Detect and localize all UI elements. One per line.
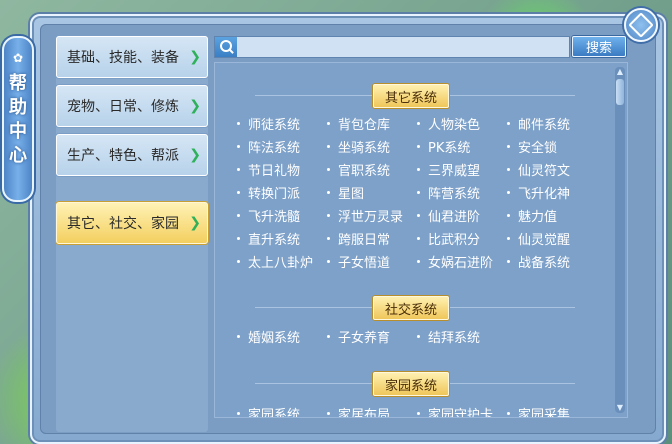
section-title-other: 其它系统 — [373, 84, 449, 108]
scroll-down-icon[interactable]: ▼ — [615, 403, 625, 413]
search-button[interactable]: 搜索 — [572, 36, 626, 57]
help-link[interactable]: 浮世万灵录 — [327, 205, 417, 225]
search-bar — [214, 36, 570, 58]
scroll-thumb[interactable] — [616, 79, 624, 105]
help-link[interactable]: 安全锁 — [507, 136, 597, 156]
section-grid-home: 家园系统 家居布局 家园守护卡 家园采集 — [237, 403, 597, 417]
help-link[interactable]: 子女养育 — [327, 326, 417, 346]
lotus-icon: ✿ — [12, 51, 24, 65]
chevron-right-icon: ❯ — [189, 147, 201, 163]
help-link[interactable]: 结拜系统 — [417, 326, 507, 346]
help-link[interactable]: 女娲石进阶 — [417, 251, 507, 271]
nav-item-production[interactable]: 生产、特色、帮派 ❯ — [56, 134, 208, 176]
section-grid-social: 婚姻系统 子女养育 结拜系统 — [237, 326, 597, 346]
banner-char: 助 — [9, 97, 27, 118]
help-link[interactable]: 飞升化神 — [507, 182, 597, 202]
search-icon[interactable] — [215, 37, 237, 57]
help-link[interactable]: 飞升洗髓 — [237, 205, 327, 225]
help-link[interactable]: 坐骑系统 — [327, 136, 417, 156]
help-link[interactable]: 师徒系统 — [237, 113, 327, 133]
search-input[interactable] — [237, 38, 569, 56]
help-link[interactable]: 跨服日常 — [327, 228, 417, 248]
chevron-right-icon: ❯ — [189, 49, 201, 65]
help-link[interactable]: PK系统 — [417, 136, 507, 156]
section-title-home: 家园系统 — [373, 372, 449, 396]
scroll-up-icon[interactable]: ▲ — [615, 67, 625, 77]
help-link[interactable]: 人物染色 — [417, 113, 507, 133]
nav-item-other[interactable]: 其它、社交、家园 ❯ — [56, 202, 208, 244]
chevron-right-icon: ❯ — [189, 215, 201, 231]
chevron-right-icon: ❯ — [189, 98, 201, 114]
nav-item-label: 生产、特色、帮派 — [67, 148, 179, 164]
help-link[interactable]: 转换门派 — [237, 182, 327, 202]
nav-item-label: 基础、技能、装备 — [67, 50, 179, 66]
help-link[interactable]: 家居布局 — [327, 403, 417, 417]
banner-char: 帮 — [9, 73, 27, 94]
section-grid-other: 师徒系统 背包仓库 人物染色 邮件系统 阵法系统 坐骑系统 PK系统 安全锁 节… — [237, 113, 597, 271]
banner-char: 心 — [9, 145, 27, 166]
help-link[interactable]: 家园守护卡 — [417, 403, 507, 417]
help-link[interactable]: 三界威望 — [417, 159, 507, 179]
nav-item-label: 其它、社交、家园 — [67, 216, 179, 232]
help-link[interactable]: 子女悟道 — [327, 251, 417, 271]
category-nav: 基础、技能、装备 ❯ 宠物、日常、修炼 ❯ 生产、特色、帮派 ❯ 其它、社交、家… — [56, 36, 208, 251]
help-link[interactable]: 背包仓库 — [327, 113, 417, 133]
close-button[interactable] — [624, 8, 658, 42]
help-link[interactable]: 仙灵觉醒 — [507, 228, 597, 248]
help-link[interactable]: 星图 — [327, 182, 417, 202]
nav-item-pets[interactable]: 宠物、日常、修炼 ❯ — [56, 85, 208, 127]
content-panel: 其它系统 师徒系统 背包仓库 人物染色 邮件系统 阵法系统 坐骑系统 PK系统 … — [214, 62, 628, 418]
nav-item-label: 宠物、日常、修炼 — [67, 99, 179, 115]
help-link[interactable]: 官职系统 — [327, 159, 417, 179]
content-scrollbar[interactable]: ▲ ▼ — [615, 67, 625, 413]
nav-item-basics[interactable]: 基础、技能、装备 ❯ — [56, 36, 208, 78]
help-link[interactable]: 节日礼物 — [237, 159, 327, 179]
help-link[interactable]: 阵法系统 — [237, 136, 327, 156]
help-link[interactable]: 仙君进阶 — [417, 205, 507, 225]
help-link[interactable]: 家园系统 — [237, 403, 327, 417]
help-link[interactable]: 仙灵符文 — [507, 159, 597, 179]
help-link[interactable]: 婚姻系统 — [237, 326, 327, 346]
section-title-social: 社交系统 — [373, 296, 449, 320]
help-link[interactable]: 阵营系统 — [417, 182, 507, 202]
help-center-banner: ✿ 帮 助 中 心 — [2, 36, 34, 202]
help-link[interactable]: 比武积分 — [417, 228, 507, 248]
help-link[interactable]: 邮件系统 — [507, 113, 597, 133]
help-link[interactable]: 太上八卦炉 — [237, 251, 327, 271]
help-link[interactable]: 战备系统 — [507, 251, 597, 271]
banner-char: 中 — [9, 121, 27, 142]
help-link[interactable]: 魅力值 — [507, 205, 597, 225]
help-link[interactable]: 直升系统 — [237, 228, 327, 248]
help-link[interactable]: 家园采集 — [507, 403, 597, 417]
